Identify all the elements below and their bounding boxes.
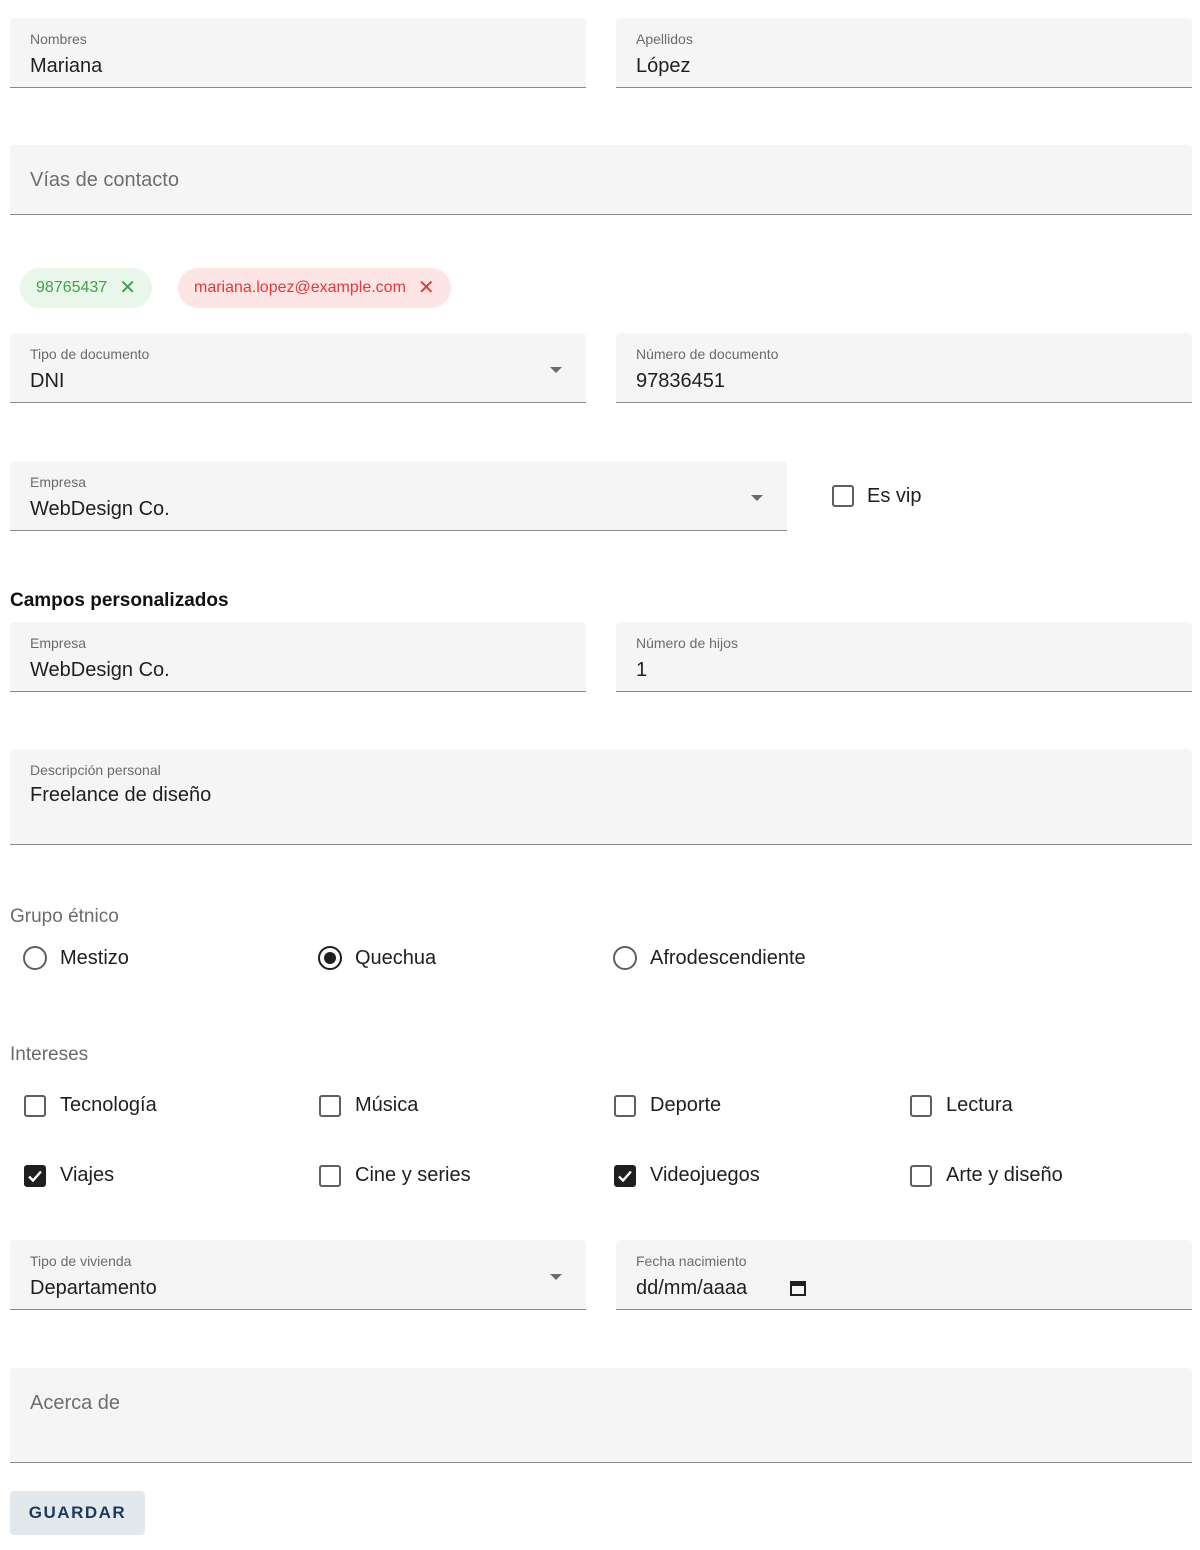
fecha-nacimiento-value[interactable]: dd/mm/aaaa [636,1277,747,1300]
calendar-icon[interactable] [789,1279,807,1297]
interes-lectura-checkbox[interactable] [910,1095,932,1117]
empresa-value: WebDesign Co. [30,498,170,520]
custom-fields-title: Campos personalizados [10,590,229,611]
checkbox-label: Deporte [650,1094,722,1116]
save-button[interactable]: GUARDAR [10,1491,145,1535]
checkbox-label: Cine y series [355,1164,471,1186]
checkbox-label: Música [355,1094,419,1116]
interes-cine-checkbox[interactable] [319,1165,341,1187]
acerca-de-placeholder: Acerca de [30,1392,121,1414]
es-vip-label: Es vip [867,485,922,507]
vias-contacto-placeholder: Vías de contacto [30,169,179,191]
checkbox-label: Viajes [60,1164,115,1186]
radio-label: Mestizo [60,947,129,969]
descripcion-personal-value[interactable]: Freelance de diseño [30,784,211,807]
checkbox-label: Videojuegos [650,1164,760,1186]
tipo-documento-label: Tipo de documento [30,346,150,362]
contact-chip-email[interactable]: mariana.lopez@example.com ✕ [178,268,451,308]
numero-hijos-label: Número de hijos [636,635,738,651]
chip-label: mariana.lopez@example.com [194,279,406,296]
interes-arte-checkbox[interactable] [910,1165,932,1187]
empresa-label: Empresa [30,474,87,490]
checkmark-icon [618,1170,632,1183]
numero-hijos-value[interactable]: 1 [636,659,647,682]
radio-label: Quechua [355,947,437,969]
numero-documento-label: Número de documento [636,346,779,362]
close-icon[interactable]: ✕ [418,278,435,298]
close-icon[interactable]: ✕ [119,278,136,298]
radio-quechua[interactable] [318,946,342,970]
numero-documento-field[interactable]: Número de documento 97836451 [616,333,1192,403]
interes-musica-checkbox[interactable] [319,1095,341,1117]
tipo-vivienda-label: Tipo de vivienda [30,1253,132,1269]
custom-empresa-field[interactable]: Empresa WebDesign Co. [10,622,586,692]
grupo-etnico-title: Grupo étnico [10,906,119,927]
fecha-nacimiento-label: Fecha nacimiento [636,1253,747,1269]
nombres-field[interactable]: Nombres Mariana [10,18,586,88]
es-vip-checkbox[interactable] [832,485,854,507]
chip-label: 98765437 [36,279,108,296]
fecha-nacimiento-field[interactable]: Fecha nacimiento dd/mm/aaaa [616,1240,1192,1310]
tipo-vivienda-select[interactable]: Tipo de vivienda Departamento [10,1240,586,1310]
empresa-select[interactable]: Empresa WebDesign Co. [10,461,787,531]
descripcion-personal-field[interactable]: Descripción personal Freelance de diseño [10,749,1192,845]
vias-contacto-field[interactable]: Vías de contacto [10,145,1192,215]
numero-hijos-field[interactable]: Número de hijos 1 [616,622,1192,692]
radio-mestizo[interactable] [23,946,47,970]
apellidos-label: Apellidos [636,31,693,47]
interes-deporte-checkbox[interactable] [614,1095,636,1117]
chevron-down-icon[interactable] [550,366,562,373]
tipo-documento-select[interactable]: Tipo de documento DNI [10,333,586,403]
descripcion-personal-label: Descripción personal [30,762,161,778]
chevron-down-icon[interactable] [751,494,763,501]
tipo-documento-value: DNI [30,370,65,392]
interes-viajes-checkbox[interactable] [24,1165,46,1187]
intereses-title: Intereses [10,1044,89,1065]
numero-documento-value[interactable]: 97836451 [636,370,725,393]
checkbox-label: Arte y diseño [946,1164,1063,1186]
interes-videojuegos-checkbox[interactable] [614,1165,636,1187]
nombres-label: Nombres [30,31,87,47]
checkbox-label: Tecnología [60,1094,157,1116]
chevron-down-icon[interactable] [550,1273,562,1280]
nombres-value[interactable]: Mariana [30,55,102,78]
apellidos-value[interactable]: López [636,55,691,78]
checkmark-icon [28,1170,42,1183]
apellidos-field[interactable]: Apellidos López [616,18,1192,88]
interes-tecnologia-checkbox[interactable] [24,1095,46,1117]
acerca-de-field[interactable]: Acerca de [10,1368,1192,1463]
radio-label: Afrodescendiente [650,947,806,969]
radio-afrodescendiente[interactable] [613,946,637,970]
tipo-vivienda-value: Departamento [30,1277,157,1299]
custom-empresa-value[interactable]: WebDesign Co. [30,659,170,682]
contact-chip-phone[interactable]: 98765437 ✕ [20,268,152,308]
custom-empresa-label: Empresa [30,635,87,651]
checkbox-label: Lectura [946,1094,1013,1116]
